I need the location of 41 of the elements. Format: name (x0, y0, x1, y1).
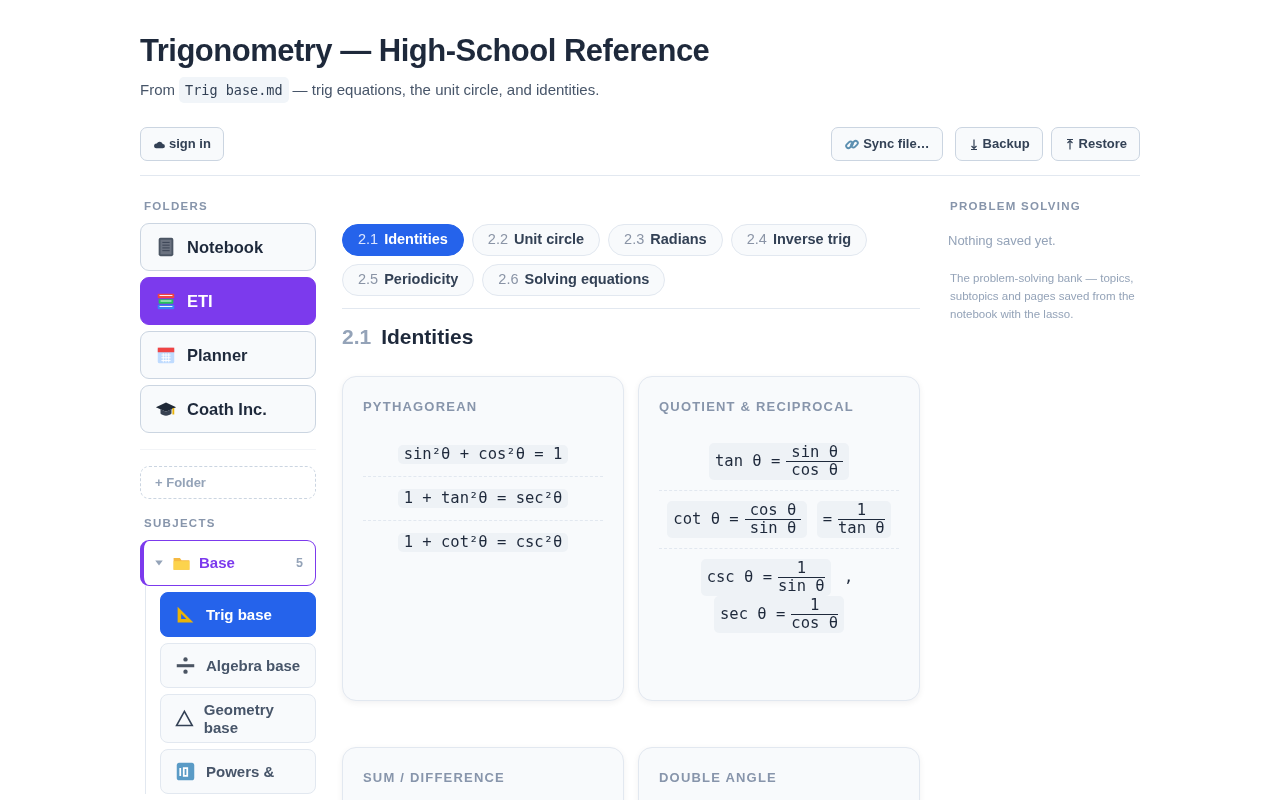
subject-item[interactable]: Trig base (160, 592, 316, 638)
folder-item[interactable]: Coath Inc. (140, 385, 316, 434)
subject-item[interactable]: Geometry base (160, 694, 316, 743)
subject-group[interactable]: Base 5 (140, 540, 316, 587)
section-label: SUBJECTS (144, 516, 217, 532)
subtitle-text: — trig equations, the unit circle, and identities. (292, 80, 600, 101)
section-title: Identities (381, 324, 474, 348)
subtitle-text: From (140, 80, 175, 101)
subject-item[interactable]: Algebra base (160, 643, 316, 689)
section-tab[interactable]: 2.6 Solving equations (482, 263, 666, 296)
empty-message: Nothing saved yet. (948, 232, 1057, 251)
restore-button[interactable]: Restore (1050, 127, 1140, 161)
formula: sin²θ + cos²θ = 1 (397, 444, 569, 464)
division-sign-icon (175, 655, 196, 677)
sign-in-button[interactable]: sign in (140, 127, 224, 161)
card-title: SUM / DIFFERENCE (363, 769, 506, 788)
card-title: DOUBLE ANGLE (659, 769, 778, 788)
card-title: QUOTIENT & RECIPROCAL (659, 398, 855, 417)
subject-item[interactable]: Powers & (160, 748, 316, 794)
formula: 1 + tan²θ = sec²θ (397, 489, 569, 509)
folder-item[interactable]: Planner (140, 331, 316, 380)
section-tab[interactable]: 2.2 Unit circle (471, 223, 601, 256)
description-text: The problem-solving bank — topics, subtopics and pages saved from the notebook with the lasso. (950, 270, 1136, 323)
section-tab[interactable]: 2.3 Radians (608, 223, 723, 256)
item-count: 5 (296, 555, 303, 573)
file-name: Trig base.md (179, 77, 289, 104)
section-number: 2.1 (342, 324, 372, 348)
punctuation: , (844, 568, 854, 587)
page-title: Trigonometry — High-School Reference (140, 32, 711, 70)
folder-item[interactable]: ETI (140, 277, 316, 326)
section-tab[interactable]: 2.5 Periodicity (342, 263, 475, 296)
folder-item[interactable]: Notebook (140, 223, 316, 272)
section-label: FOLDERS (144, 198, 210, 214)
card-title: PYTHAGOREAN (363, 398, 479, 417)
backup-button[interactable]: Backup (954, 127, 1043, 161)
number-ten-icon (175, 760, 196, 782)
section-tab[interactable]: 2.1 Identities (342, 223, 464, 256)
sync-button[interactable]: Sync file… (831, 127, 943, 161)
section-label: PROBLEM SOLVING (950, 198, 1083, 214)
section-tab[interactable]: 2.4 Inverse trig (730, 223, 868, 256)
formula: 1 + cot²θ = csc²θ (397, 533, 569, 553)
